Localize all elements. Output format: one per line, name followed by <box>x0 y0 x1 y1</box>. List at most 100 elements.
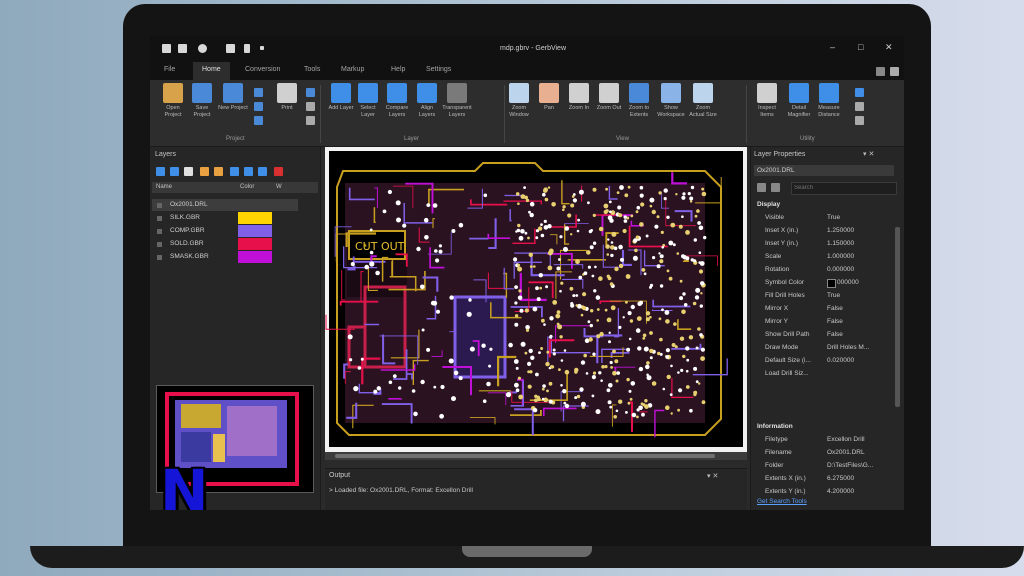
transparent-layers-button[interactable]: Transparent Layers <box>442 83 472 119</box>
property-value[interactable]: 1.150000 <box>827 240 854 247</box>
alphabetical-icon[interactable] <box>771 183 780 192</box>
properties-search[interactable] <box>791 182 897 195</box>
settings-icon[interactable] <box>198 44 207 53</box>
property-row[interactable]: Mirror X False <box>757 302 891 315</box>
chevron-down-icon[interactable] <box>260 46 264 50</box>
property-row[interactable]: Default Size (i... 0.020000 <box>757 354 891 367</box>
layer-color-swatch[interactable] <box>238 238 272 250</box>
zoom-to-extents-button[interactable]: Zoom to Extents <box>624 83 654 119</box>
units-icon[interactable] <box>855 102 864 111</box>
folder-open-icon[interactable] <box>162 44 171 53</box>
property-value[interactable]: True <box>827 214 840 221</box>
property-value[interactable]: False <box>827 331 843 338</box>
property-value[interactable]: 0.020000 <box>827 357 854 364</box>
layer-row[interactable]: SOLD.GBR <box>152 238 298 250</box>
undo-icon[interactable] <box>244 44 250 53</box>
open-project-button[interactable]: Open Project <box>158 83 188 119</box>
property-value[interactable]: D:\TestFiles\G... <box>827 462 873 469</box>
grid-snap-icon[interactable] <box>855 88 864 97</box>
compare-layers-button[interactable]: Compare Layers <box>382 83 412 119</box>
menu-settings[interactable]: Settings <box>426 66 451 73</box>
uncheck-all-icon[interactable] <box>184 167 193 176</box>
column-color[interactable]: Color <box>240 184 254 190</box>
property-row[interactable]: Visible True <box>757 211 891 224</box>
property-value[interactable]: 0.000000 <box>827 266 854 273</box>
property-row[interactable]: Load Drill Siz... <box>757 367 891 380</box>
inspect-items-button[interactable]: Inspect Items <box>752 83 782 119</box>
category-display[interactable]: Display <box>757 201 780 208</box>
property-value[interactable]: False <box>827 318 843 325</box>
property-value[interactable]: 1.250000 <box>827 227 854 234</box>
properties-panel-controls[interactable]: ▾ ✕ <box>863 150 874 158</box>
layer-checkbox[interactable] <box>157 255 162 260</box>
canvas-horizontal-scrollbar[interactable] <box>325 452 747 460</box>
properties-icon[interactable] <box>258 167 267 176</box>
property-row[interactable]: Inset Y (in.) 1.150000 <box>757 237 891 250</box>
column-name[interactable]: Name <box>156 184 172 190</box>
menu-help[interactable]: Help <box>391 66 405 73</box>
collapse-ribbon-icon[interactable] <box>876 67 885 76</box>
property-value[interactable]: Excellon Drill <box>827 436 865 443</box>
property-row[interactable]: Symbol Color 000000 <box>757 276 891 289</box>
new-project-button[interactable]: New Project <box>218 83 248 112</box>
property-value[interactable]: 000000 <box>827 279 859 288</box>
maximize-button[interactable]: □ <box>858 42 863 52</box>
detail-magnifier-button[interactable]: Detail Magnifier <box>784 83 814 119</box>
align-layers-button[interactable]: Align Layers <box>412 83 442 119</box>
menu-home[interactable]: Home <box>193 62 230 80</box>
pan-button[interactable]: Pan <box>534 83 564 112</box>
add-layer-icon[interactable] <box>156 167 165 176</box>
property-value[interactable]: False <box>827 305 843 312</box>
move-up-icon[interactable] <box>230 167 239 176</box>
property-row[interactable]: Scale 1.000000 <box>757 250 891 263</box>
zoom-window-button[interactable]: Zoom Window <box>504 83 534 119</box>
property-row[interactable]: Inset X (in.) 1.250000 <box>757 224 891 237</box>
properties-search-input[interactable] <box>794 183 880 193</box>
zoom-in-button[interactable]: Zoom In <box>564 83 594 112</box>
layer-color-swatch[interactable] <box>238 251 272 263</box>
property-row[interactable]: Filename Ox2001.DRL <box>757 446 891 459</box>
property-row[interactable]: Draw Mode Drill Holes M... <box>757 341 891 354</box>
pcb-canvas[interactable]: CUT OUT <box>325 147 747 459</box>
layer-checkbox[interactable] <box>157 216 162 221</box>
layer-color-swatch[interactable] <box>238 225 272 237</box>
measure-distance-button[interactable]: Measure Distance <box>814 83 844 119</box>
print-preview-icon[interactable] <box>306 88 315 97</box>
property-row[interactable]: Extents X (in.) 6.275000 <box>757 472 891 485</box>
layer-row[interactable]: COMP.GBR <box>152 225 298 237</box>
menu-markup[interactable]: Markup <box>341 66 364 73</box>
property-value[interactable]: Drill Holes M... <box>827 344 869 351</box>
scrollbar-thumb[interactable] <box>335 454 715 458</box>
select-layer-button[interactable]: Select Layer <box>353 83 383 119</box>
move-down-icon[interactable] <box>244 167 253 176</box>
save-as-icon[interactable] <box>254 102 263 111</box>
show-workspace-button[interactable]: Show Workspace <box>656 83 686 119</box>
layer-color-swatch[interactable] <box>238 212 272 224</box>
add-layer-button[interactable]: Add Layer <box>326 83 356 112</box>
help-icon[interactable] <box>890 67 899 76</box>
output-pin-icon[interactable]: ▾ ✕ <box>707 472 718 480</box>
layer-row[interactable]: Ox2001.DRL <box>152 199 298 211</box>
property-value[interactable]: 1.000000 <box>827 253 854 260</box>
property-row[interactable]: Rotation 0.000000 <box>757 263 891 276</box>
layer-checkbox[interactable] <box>157 242 162 247</box>
column-w[interactable]: W <box>276 184 282 190</box>
print-setup-icon[interactable] <box>306 102 315 111</box>
layer-checkbox[interactable] <box>157 229 162 234</box>
property-row[interactable]: Fill Drill Holes True <box>757 289 891 302</box>
close-button[interactable]: ✕ <box>885 42 893 53</box>
save-icon[interactable] <box>178 44 187 53</box>
property-row[interactable]: Filetype Excellon Drill <box>757 433 891 446</box>
zoom-actual-size-button[interactable]: Zoom Actual Size <box>688 83 718 119</box>
categorized-icon[interactable] <box>757 183 766 192</box>
sort-icon[interactable] <box>214 167 223 176</box>
close-project-icon[interactable] <box>254 88 263 97</box>
page-setup-icon[interactable] <box>306 116 315 125</box>
layer-row[interactable]: SILK.GBR <box>152 212 298 224</box>
menu-conversion[interactable]: Conversion <box>245 66 280 73</box>
minimize-button[interactable]: – <box>830 42 835 52</box>
print-icon[interactable] <box>226 44 235 53</box>
options-icon[interactable] <box>855 116 864 125</box>
category-information[interactable]: Information <box>757 423 793 430</box>
property-row[interactable]: Mirror Y False <box>757 315 891 328</box>
